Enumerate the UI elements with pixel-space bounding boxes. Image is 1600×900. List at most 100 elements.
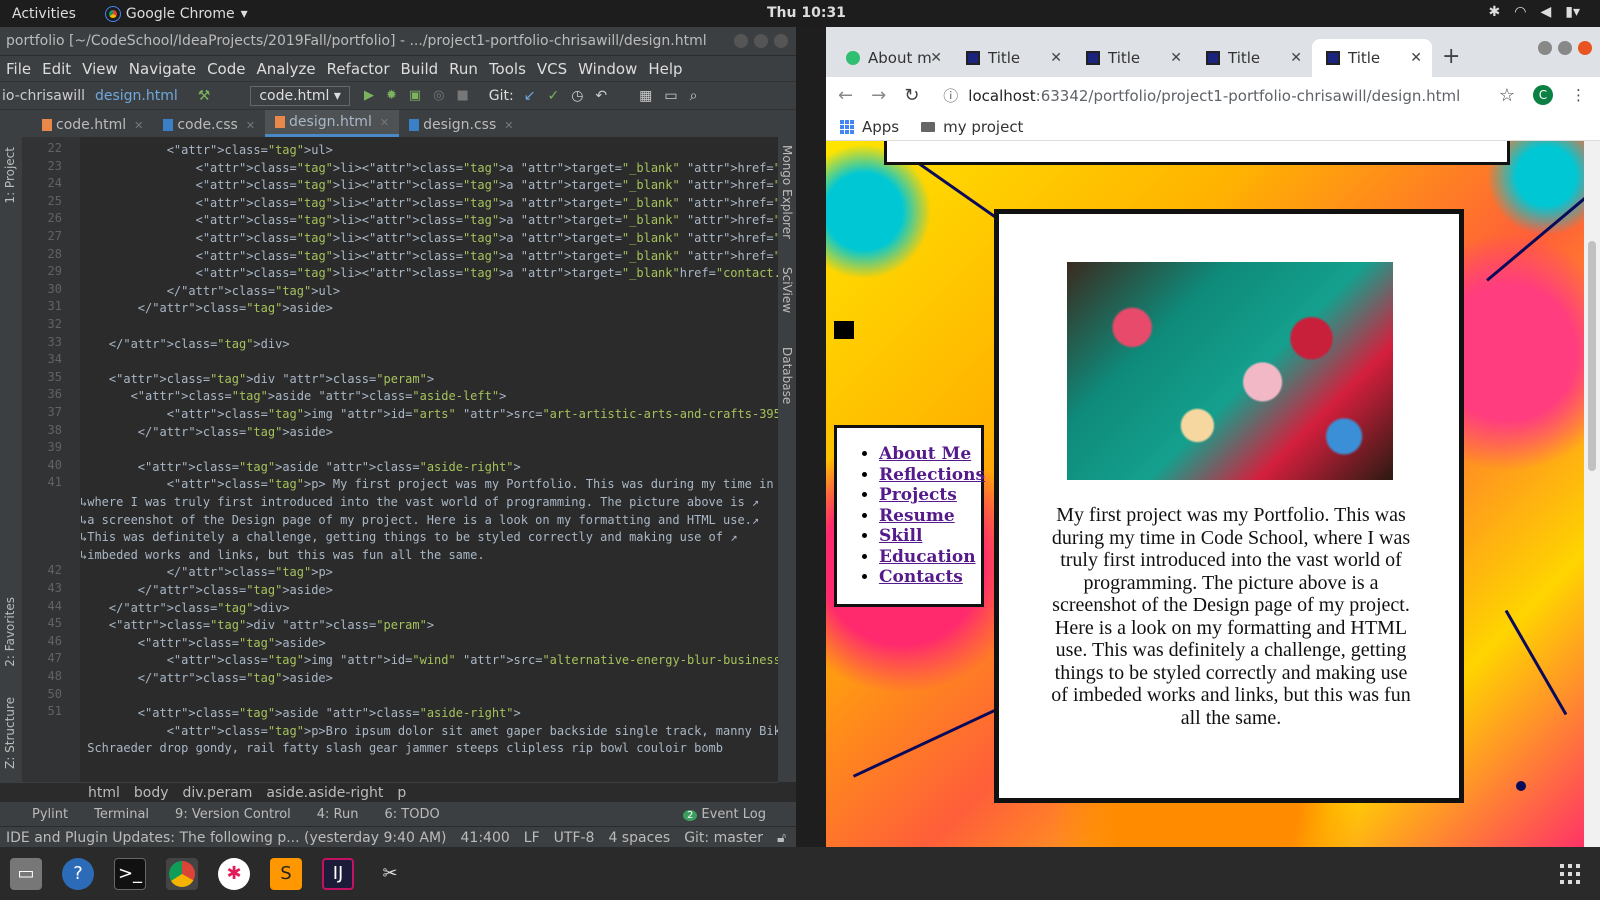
slack-tray-icon[interactable]: ✱ [1489, 4, 1501, 20]
page-viewport[interactable]: About MeReflectionsProjectsResumeSkillEd… [826, 141, 1584, 847]
tab-design-html[interactable]: design.html ✕ [265, 110, 400, 137]
menu-navigate[interactable]: Navigate [129, 60, 196, 78]
activities-button[interactable]: Activities [12, 6, 76, 22]
menu-kebab-icon[interactable]: ⋮ [1571, 86, 1586, 104]
indent-setting[interactable]: 4 spaces [608, 830, 670, 846]
show-applications-icon[interactable] [1560, 863, 1580, 884]
code-line[interactable]: ↳imbeded works and links, but this was f… [80, 546, 485, 564]
terminal-icon[interactable]: >_ [114, 857, 146, 890]
menu-help[interactable]: Help [648, 60, 682, 78]
project-crumb[interactable]: io-chrisawill [0, 88, 85, 104]
close-tab-icon[interactable]: ✕ [1170, 50, 1182, 66]
menu-vcs[interactable]: VCS [537, 60, 567, 78]
code-line[interactable]: <"attr">class="tag">li><"attr">class="ta… [80, 247, 778, 265]
sublime-icon[interactable]: S [270, 857, 302, 890]
code-area[interactable]: <"attr">class="tag">ul> <"attr">class="t… [80, 137, 778, 782]
code-line[interactable]: <"attr">class="tag">li><"attr">class="ta… [80, 229, 778, 247]
address-bar[interactable]: ⓘ localhost:63342/portfolio/project1-port… [943, 85, 1460, 106]
code-line[interactable]: </"attr">class="tag">div> [80, 335, 290, 353]
layout-icon[interactable]: ▭ [664, 88, 677, 104]
code-line[interactable]: </"attr">class="tag">aside> [80, 423, 333, 441]
screenshot-tool-icon[interactable]: ✂ [374, 858, 406, 890]
terminal-tab[interactable]: Terminal [94, 807, 149, 822]
code-line[interactable]: </"attr">class="tag">p> [80, 563, 333, 581]
nav-link-reflections[interactable]: Reflections [879, 465, 985, 485]
minimize-button[interactable] [734, 34, 748, 48]
code-line[interactable]: ↳a screenshot of the Design page of my p… [80, 511, 759, 529]
git-branch[interactable]: Git: master [684, 830, 763, 846]
breadcrumb-item[interactable]: html [88, 785, 120, 801]
code-line[interactable]: <"attr">class="tag">aside "attr">class="… [80, 704, 521, 722]
code-line[interactable]: <"attr">class="tag">aside "attr">class="… [80, 387, 507, 405]
search-icon[interactable]: ⌕ [690, 88, 698, 104]
code-line[interactable]: <"attr">class="tag">div "attr">class="pe… [80, 616, 434, 634]
scrollbar-thumb[interactable] [1588, 241, 1596, 471]
code-line[interactable]: <"attr">class="tag">img "attr">id="arts"… [80, 405, 778, 423]
reload-icon[interactable]: ↻ [904, 85, 919, 106]
file-encoding[interactable]: UTF-8 [554, 830, 595, 846]
folder-icon[interactable]: ▦ [639, 88, 652, 104]
back-icon[interactable]: ← [838, 85, 853, 106]
code-line[interactable]: </"attr">class="tag">div> [80, 599, 290, 617]
code-line[interactable]: <"attr">class="tag">aside "attr">class="… [80, 458, 521, 476]
info-icon[interactable]: ⓘ [943, 87, 958, 105]
code-line[interactable]: </"attr">class="tag">aside> [80, 581, 333, 599]
profile-avatar[interactable]: C [1533, 85, 1553, 105]
tab-code-html[interactable]: code.html ✕ [32, 113, 153, 137]
menu-build[interactable]: Build [401, 60, 439, 78]
chrome-dock-icon[interactable] [166, 857, 198, 890]
chrome-tab[interactable]: Title ✕ [1192, 39, 1312, 77]
code-line[interactable]: <"attr">class="tag">ul> [80, 141, 333, 159]
code-line[interactable]: <"attr">class="tag">li><"attr">class="ta… [80, 176, 778, 194]
intellij-icon[interactable]: IJ [322, 857, 354, 890]
mongo-explorer-tool-button[interactable]: Mongo Explorer [780, 145, 794, 239]
nav-link-resume[interactable]: Resume [879, 506, 955, 526]
tab-design-css[interactable]: design.css ✕ [399, 113, 523, 137]
chrome-tab[interactable]: Title ✕ [952, 39, 1072, 77]
code-line[interactable]: <"attr">class="tag">div "attr">class="pe… [80, 370, 434, 388]
chrome-tab[interactable]: About m ✕ [832, 39, 952, 77]
coverage-icon[interactable]: ▣ [409, 88, 421, 103]
menu-window[interactable]: Window [578, 60, 637, 78]
slack-icon[interactable]: ✱ [218, 857, 250, 890]
close-tab-icon[interactable]: ✕ [134, 119, 143, 132]
tab-code-css[interactable]: code.css ✕ [153, 113, 265, 137]
code-line[interactable]: ↳This was definitely a challenge, gettin… [80, 528, 737, 546]
code-line[interactable]: <"attr">class="tag">p>Bro ipsum dolor si… [80, 722, 778, 740]
forward-icon[interactable]: → [871, 85, 886, 106]
breadcrumb-item[interactable]: p [397, 785, 406, 801]
minimize-button[interactable] [1538, 41, 1552, 55]
breadcrumb-item[interactable]: aside.aside-right [266, 785, 383, 801]
run-tab[interactable]: 4: Run [317, 807, 359, 822]
code-line[interactable]: </"attr">class="tag">ul> [80, 282, 340, 300]
code-line[interactable]: <"attr">class="tag">p> My first project … [80, 475, 778, 493]
profile-icon[interactable]: ◎ [433, 88, 444, 103]
close-tab-icon[interactable]: ✕ [1290, 50, 1302, 66]
code-line[interactable]: ↳where I was truly first introduced into… [80, 493, 759, 511]
line-separator[interactable]: LF [524, 830, 540, 846]
favorites-tool-button[interactable]: 2: Favorites [3, 597, 17, 667]
nav-link-education[interactable]: Education [879, 547, 976, 567]
close-tab-icon[interactable]: ✕ [930, 50, 942, 66]
menu-view[interactable]: View [82, 60, 118, 78]
page-scrollbar[interactable] [1584, 141, 1600, 847]
battery-icon[interactable]: ▮▾ [1565, 4, 1580, 20]
code-line[interactable]: </"attr">class="tag">aside> [80, 299, 333, 317]
git-update-icon[interactable]: ↙ [524, 88, 536, 104]
chrome-tab[interactable]: Title ✕ [1312, 39, 1432, 77]
app-menu[interactable]: Google Chrome ▾ [104, 5, 248, 22]
menu-refactor[interactable]: Refactor [327, 60, 390, 78]
hammer-icon[interactable]: ⚒ [198, 88, 211, 104]
close-tab-icon[interactable]: ✕ [380, 116, 389, 129]
code-line[interactable]: <"attr">class="tag">li><"attr">class="ta… [80, 264, 778, 282]
lock-icon[interactable]: 🔓︎ [777, 830, 786, 846]
my-project-bookmark-folder[interactable]: my project [921, 118, 1023, 136]
structure-tool-button[interactable]: Z: Structure [3, 697, 17, 769]
menu-code[interactable]: Code [207, 60, 245, 78]
file-crumb[interactable]: design.html [95, 88, 178, 104]
volume-icon[interactable]: ◀ [1540, 4, 1551, 20]
code-line[interactable]: <"attr">class="tag">img "attr">id="wind"… [80, 651, 778, 669]
code-line[interactable]: <"attr">class="tag">aside> [80, 634, 326, 652]
nav-link-about-me[interactable]: About Me [879, 444, 971, 464]
menu-edit[interactable]: Edit [42, 60, 71, 78]
